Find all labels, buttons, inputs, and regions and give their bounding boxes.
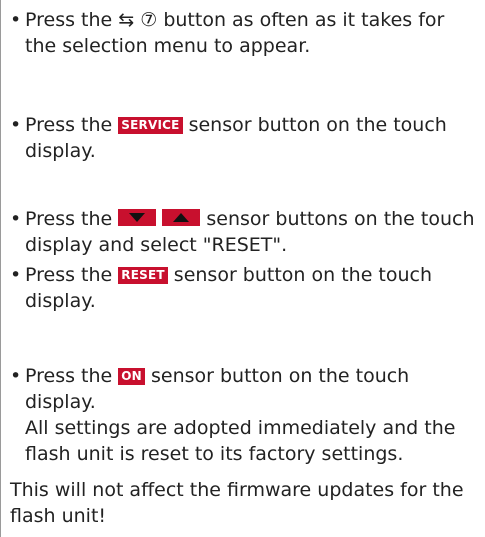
left-margin-rule — [0, 0, 1, 537]
arrow-down-icon — [118, 209, 157, 226]
step-3-text-before: Press the — [25, 208, 113, 230]
on-button-badge: ON — [118, 368, 145, 385]
step-4: • Press the RESET sensor button on the t… — [10, 262, 481, 314]
step-1: • Press the ⇆ ⑦ button as often as it ta… — [10, 7, 481, 59]
step-5-text-before: Press the — [25, 365, 113, 387]
bullet: • — [10, 208, 22, 230]
bullet: • — [10, 365, 22, 387]
bullet: • — [10, 264, 22, 286]
step-5: • Press the ON sensor button on the touc… — [10, 363, 481, 467]
manual-page: • Press the ⇆ ⑦ button as often as it ta… — [0, 0, 485, 537]
reset-button-badge: RESET — [118, 267, 168, 284]
step-4-text-before: Press the — [25, 264, 113, 286]
bullet: • — [10, 9, 22, 31]
mode-button-symbol: ⇆ ⑦ — [118, 9, 158, 31]
step-3: • Press the sensor buttons on the touch … — [10, 206, 481, 258]
step-5-result: All settings are adopted immediately and… — [25, 417, 456, 465]
step-2-text-before: Press the — [25, 114, 113, 136]
firmware-note: This will not affect the firmware update… — [10, 479, 464, 527]
arrow-up-icon — [162, 209, 201, 226]
step-2: • Press the SERVICE sensor button on the… — [10, 112, 481, 164]
step-1-text-before: Press the — [25, 9, 113, 31]
service-button-badge: SERVICE — [118, 117, 183, 134]
bullet: • — [10, 114, 22, 136]
